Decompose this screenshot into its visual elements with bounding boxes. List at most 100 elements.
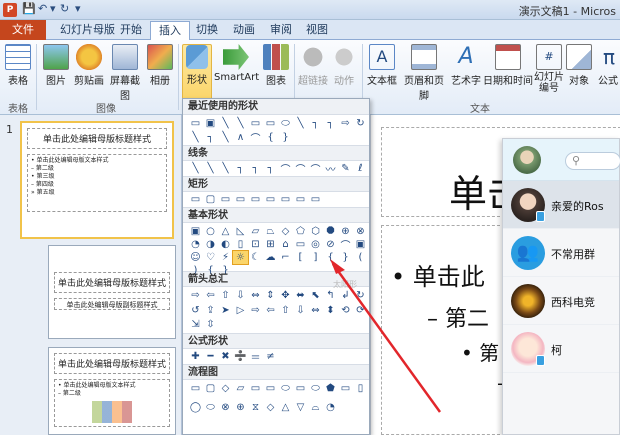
shape-icon[interactable]: ▭ [338, 382, 353, 395]
screenshot-button[interactable]: 屏幕截图 [106, 44, 144, 102]
tab-review[interactable]: 审阅 [262, 21, 300, 40]
shape-icon[interactable]: ⌒ [308, 162, 323, 176]
shape-icon[interactable]: } [278, 131, 293, 144]
tab-home[interactable]: 开始 [112, 21, 150, 40]
shape-icon[interactable]: ∧ [233, 131, 248, 144]
shape-icon[interactable]: ✎ [338, 162, 353, 175]
shape-icon[interactable]: ♡ [203, 251, 218, 264]
shape-icon[interactable]: ✚ [188, 350, 203, 363]
shape-icon[interactable]: ▣ [203, 117, 218, 130]
shape-icon[interactable]: ╲ [233, 117, 248, 130]
shape-icon[interactable]: ◯ [188, 401, 203, 414]
sun-shape-icon[interactable]: ☼ [232, 250, 249, 265]
tab-insert[interactable]: 插入 [150, 21, 190, 41]
shape-icon[interactable]: ⬭ [203, 401, 218, 414]
shape-icon[interactable]: ▭ [263, 382, 278, 395]
shape-icon[interactable]: { [263, 131, 278, 144]
clipart-button[interactable]: 剪贴画 [72, 44, 106, 87]
shape-icon[interactable]: ℓ [353, 162, 368, 175]
shape-icon[interactable]: ▭ [278, 193, 293, 206]
action-button[interactable]: 动作 [331, 44, 357, 87]
shape-icon[interactable]: ▭ [233, 193, 248, 206]
shape-icon[interactable]: ╲ [218, 162, 233, 175]
shape-icon[interactable]: ⇕ [263, 289, 278, 302]
table-button[interactable]: 表格 [4, 44, 32, 87]
shape-icon[interactable]: ◺ [233, 225, 248, 238]
shape-icon[interactable]: ⊗ [218, 401, 233, 414]
slide-number-button[interactable]: # 幻灯片编号 [534, 44, 564, 94]
slide-thumbnail-title-layout[interactable]: 单击此处编辑母版标题样式 单击此处编辑母版副标题样式 [48, 245, 176, 339]
redo-icon[interactable]: ↻ [60, 2, 69, 15]
shape-icon[interactable]: ⌂ [278, 238, 293, 251]
undo-dropdown-icon[interactable]: ▾ [50, 2, 56, 15]
shape-icon[interactable]: ◎ [308, 238, 323, 251]
date-time-button[interactable]: 日期和时间 [482, 44, 534, 87]
shape-icon[interactable]: ( [353, 251, 368, 264]
shape-icon[interactable]: ↻ [353, 117, 368, 130]
shape-icon[interactable]: ⬟ [323, 382, 338, 395]
shape-icon[interactable]: ⌒ [293, 162, 308, 176]
shape-icon[interactable]: ┐ [263, 162, 278, 175]
equation-button[interactable]: π 公式 [596, 44, 620, 87]
slide-thumbnail-content-layout[interactable]: 单击此处编辑母版标题样式 • 单击此处编辑母版文本样式 – 第二级 [48, 347, 176, 435]
user-avatar[interactable] [513, 146, 541, 174]
shape-icon[interactable]: ⇔ [308, 304, 323, 317]
shape-icon[interactable]: ⟳ [353, 304, 368, 317]
tab-file[interactable]: 文件 [0, 20, 46, 40]
shape-icon[interactable]: ⇧ [218, 289, 233, 302]
shape-icon[interactable]: 〰 [323, 162, 338, 176]
shape-icon[interactable]: ▭ [293, 238, 308, 251]
shape-icon[interactable]: ⇩ [233, 289, 248, 302]
shape-icon[interactable]: ⇲ [188, 318, 203, 331]
shape-icon[interactable]: ▣ [188, 225, 203, 238]
shape-icon[interactable]: ⇨ [188, 289, 203, 302]
shape-icon[interactable]: ▽ [293, 401, 308, 414]
chart-button[interactable]: 图表 [262, 44, 290, 87]
hyperlink-button[interactable]: 超链接 [297, 44, 329, 87]
shape-icon[interactable]: ▭ [188, 117, 203, 130]
shape-icon[interactable]: ▭ [293, 193, 308, 206]
search-input[interactable]: ⚲ [565, 152, 620, 170]
shape-icon[interactable]: ◇ [263, 401, 278, 414]
shape-icon[interactable]: ┐ [203, 131, 218, 144]
shape-icon[interactable]: ▭ [218, 193, 233, 206]
shape-icon[interactable]: ╲ [188, 131, 203, 144]
shape-icon[interactable]: ▭ [308, 193, 323, 206]
shape-icon[interactable]: ⚡ [218, 251, 233, 264]
shape-icon[interactable]: ⧖ [248, 401, 263, 414]
tab-animations[interactable]: 动画 [225, 21, 263, 40]
shape-icon[interactable]: ▭ [293, 382, 308, 395]
shape-icon[interactable]: ↰ [323, 289, 338, 302]
shape-icon[interactable]: ◔ [188, 238, 203, 251]
shape-icon[interactable]: } [338, 251, 353, 264]
shape-icon[interactable]: ⊕ [233, 401, 248, 414]
shape-icon[interactable]: ➗ [233, 350, 248, 363]
shape-icon[interactable]: ⇧ [278, 304, 293, 317]
shape-icon[interactable]: ◇ [218, 382, 233, 395]
shape-icon[interactable]: ☺ [188, 251, 203, 264]
shape-icon[interactable]: ◇ [278, 225, 293, 238]
shape-icon[interactable]: ▭ [263, 193, 278, 206]
tab-transitions[interactable]: 切换 [188, 21, 226, 40]
shape-icon[interactable]: ⏢ [263, 225, 278, 238]
shape-icon[interactable]: ⇦ [263, 304, 278, 317]
shape-icon[interactable]: ╲ [188, 162, 203, 175]
shape-icon[interactable]: ▱ [233, 382, 248, 395]
chat-item[interactable]: 柯 [503, 325, 619, 373]
tab-view[interactable]: 视图 [298, 21, 336, 40]
shape-icon[interactable]: ┐ [248, 162, 263, 175]
shape-icon[interactable]: △ [218, 225, 233, 238]
shape-icon[interactable]: ╲ [203, 162, 218, 175]
shape-icon[interactable]: ○ [203, 225, 218, 238]
shape-icon[interactable]: ⬉ [308, 289, 323, 302]
undo-icon[interactable]: ↶ [38, 2, 47, 15]
shape-icon[interactable]: { [323, 251, 338, 264]
shape-icon[interactable]: ≠ [263, 350, 278, 363]
shape-icon[interactable]: ⇦ [203, 289, 218, 302]
shape-icon[interactable]: [ [293, 251, 308, 264]
shape-icon[interactable]: ⌒ [278, 162, 293, 176]
shape-icon[interactable]: ▭ [248, 382, 263, 395]
shape-icon[interactable]: ▭ [188, 193, 203, 206]
shape-icon[interactable]: ⇩ [293, 304, 308, 317]
shape-icon[interactable]: ▭ [263, 117, 278, 130]
